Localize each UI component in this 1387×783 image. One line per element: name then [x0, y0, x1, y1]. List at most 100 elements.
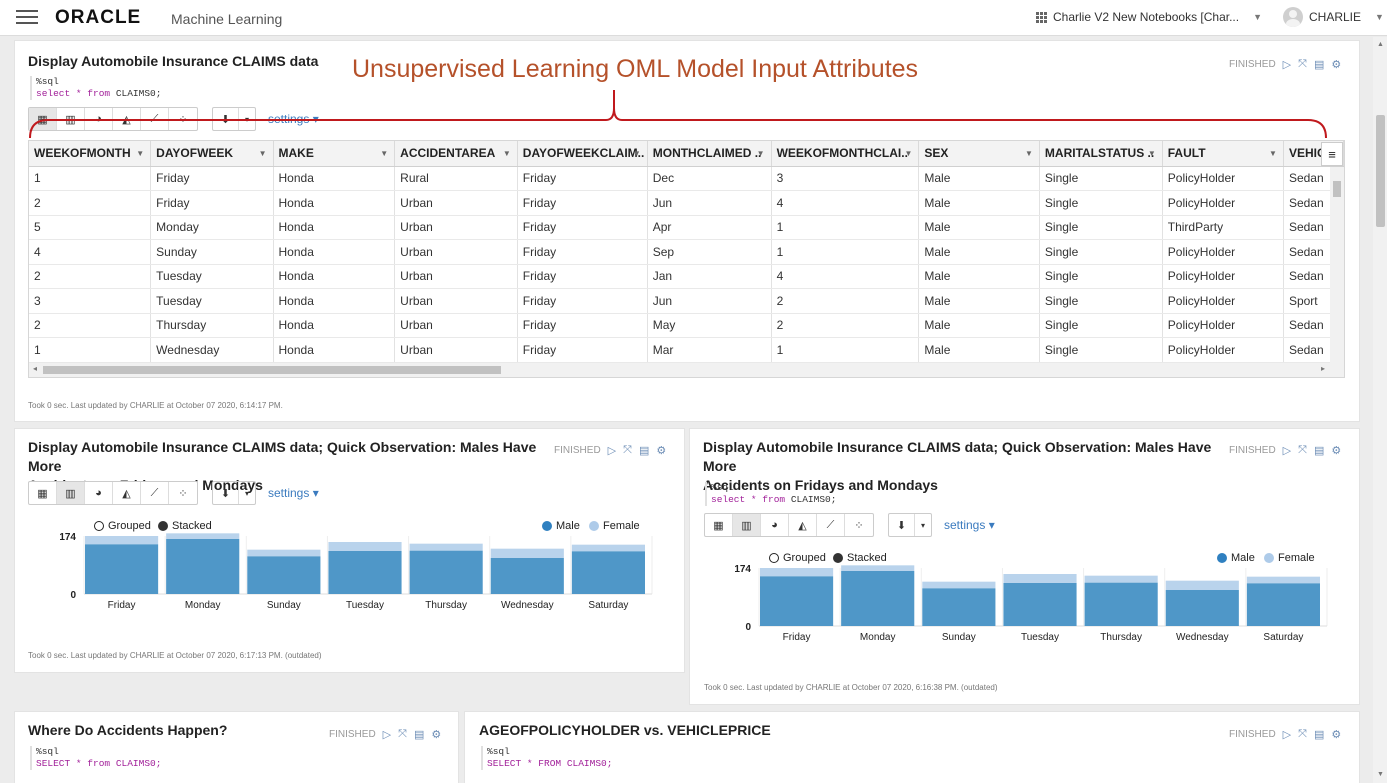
table-cell: Friday	[517, 264, 648, 289]
table-row[interactable]: 1 Friday Honda Rural Friday Dec 3 Male Single Pol…	[29, 166, 1344, 191]
settings-link[interactable]: settings ▾	[268, 486, 319, 500]
column-header[interactable]: WEEKOFMONTHCLAI.. ▼	[771, 141, 920, 167]
chevron-down-icon[interactable]: ▼	[259, 149, 267, 158]
book-icon[interactable]: ▤	[1314, 728, 1324, 741]
table-cell: Sunday	[150, 239, 274, 265]
chevron-down-icon[interactable]: ▼	[757, 149, 765, 158]
download-icon[interactable]: ⬇	[213, 482, 239, 504]
column-header[interactable]: WEEKOFMONTH ▼	[29, 141, 152, 167]
chevron-down-icon[interactable]: ▼	[1269, 149, 1277, 158]
column-header[interactable]: MAKE ▼	[273, 141, 396, 167]
table-cell: Urban	[394, 239, 518, 265]
gear-icon[interactable]: ⚙	[1331, 444, 1341, 457]
code-editor[interactable]: %sql SELECT * from CLAIMS0;	[30, 746, 161, 770]
column-header[interactable]: DAYOFWEEKCLAIM.. ▼	[517, 141, 648, 167]
bar-chart-icon[interactable]: ▥	[57, 482, 85, 504]
run-icon[interactable]: ▷	[1283, 58, 1291, 71]
book-icon[interactable]: ▤	[1314, 444, 1324, 457]
table-row[interactable]: 4 Sunday Honda Urban Friday Sep 1 Male Single Pol…	[29, 239, 1344, 265]
column-header[interactable]: MARITALSTATUS .. ▼	[1039, 141, 1163, 167]
column-header[interactable]: ACCIDENTAREA ▼	[394, 141, 518, 167]
chevron-down-icon[interactable]: ▼	[904, 149, 912, 158]
x-tick-label: Wednesday	[1176, 632, 1229, 643]
gear-icon[interactable]: ⚙	[431, 728, 441, 741]
column-header[interactable]: DAYOFWEEK ▼	[150, 141, 274, 167]
expand-icon[interactable]: ⤧	[1298, 444, 1307, 457]
settings-link[interactable]: settings ▾	[944, 518, 995, 532]
column-menu-icon[interactable]: ≡	[1321, 142, 1343, 166]
table-view-icon[interactable]: ▦	[705, 514, 733, 536]
column-header-label: DAYOFWEEKCLAIM..	[522, 146, 645, 161]
gear-icon[interactable]: ⚙	[656, 444, 666, 457]
table-view-icon[interactable]: ▦	[29, 482, 57, 504]
expand-icon[interactable]: ⤧	[398, 728, 407, 741]
chevron-down-icon[interactable]: ▼	[1025, 149, 1033, 158]
column-header[interactable]: FAULT ▼	[1162, 141, 1284, 167]
line-chart-icon[interactable]: ⟋	[141, 482, 169, 504]
table-row[interactable]: 3 Tuesday Honda Urban Friday Jun 2 Male Single Po…	[29, 288, 1344, 314]
gear-icon[interactable]: ⚙	[1331, 58, 1341, 71]
book-icon[interactable]: ▤	[639, 444, 649, 457]
scatter-chart-icon[interactable]: ⁘	[845, 514, 873, 536]
code-editor[interactable]: %sql SELECT * FROM CLAIMS0;	[481, 746, 612, 770]
chevron-down-icon[interactable]: ▼	[633, 149, 641, 158]
scatter-chart-icon[interactable]: ⁘	[169, 482, 197, 504]
menu-icon[interactable]	[16, 10, 38, 26]
chart-toolbar: ▦ ▥ ◕ ◭ ⟋ ⁘ ⬇ ▾ settings ▾	[704, 513, 995, 537]
chevron-down-icon[interactable]: ▼	[380, 149, 388, 158]
download-icon[interactable]: ⬇	[889, 514, 915, 536]
table-cell: Urban	[394, 190, 518, 216]
area-chart-icon[interactable]: ◭	[789, 514, 817, 536]
table-cell: PolicyHolder	[1162, 264, 1284, 289]
table-cell: 2	[771, 313, 920, 338]
gear-icon[interactable]: ⚙	[1331, 728, 1341, 741]
table-row[interactable]: 5 Monday Honda Urban Friday Apr 1 Male Single Thi…	[29, 215, 1344, 240]
table-cell: Friday	[517, 190, 648, 216]
chevron-down-icon[interactable]: ▾	[239, 482, 255, 504]
table-horizontal-scrollbar[interactable]: ◂ ▸	[29, 363, 1344, 377]
table-cell: Single	[1039, 215, 1163, 240]
table-row[interactable]: 2 Thursday Honda Urban Friday May 2 Male Single P…	[29, 313, 1344, 338]
chevron-down-icon[interactable]: ▾	[915, 514, 931, 536]
chevron-down-icon[interactable]: ▼	[1148, 149, 1156, 158]
area-chart-icon[interactable]: ◭	[113, 482, 141, 504]
line-chart-icon[interactable]: ⟋	[817, 514, 845, 536]
book-icon[interactable]: ▤	[414, 728, 424, 741]
bar-female	[922, 581, 996, 589]
paragraph-status: FINISHED ▷ ⤧ ▤ ⚙	[1229, 444, 1341, 457]
y-tick-label: 174	[59, 532, 76, 543]
run-icon[interactable]: ▷	[608, 444, 616, 457]
book-icon[interactable]: ▤	[1314, 58, 1324, 71]
expand-icon[interactable]: ⤧	[1298, 58, 1307, 71]
user-menu[interactable]: CHARLIE ▼	[1283, 7, 1384, 27]
table-cell: Urban	[394, 313, 518, 338]
download-group: ⬇ ▾	[212, 481, 256, 505]
expand-icon[interactable]: ⤧	[1298, 728, 1307, 741]
column-header-label: WEEKOFMONTH	[34, 146, 131, 161]
table-row[interactable]: 2 Friday Honda Urban Friday Jun 4 Male Single Pol…	[29, 190, 1344, 216]
table-row[interactable]: 1 Wednesday Honda Urban Friday Mar 1 Male Single…	[29, 337, 1344, 363]
table-cell: PolicyHolder	[1162, 313, 1284, 338]
run-icon[interactable]: ▷	[1283, 728, 1291, 741]
table-cell: Apr	[647, 215, 772, 240]
pie-chart-icon[interactable]: ◕	[761, 514, 789, 536]
table-cell: Friday	[517, 166, 648, 191]
chevron-down-icon[interactable]: ▼	[503, 149, 511, 158]
bar-chart-icon[interactable]: ▥	[733, 514, 761, 536]
column-header[interactable]: MONTHCLAIMED .. ▼	[647, 141, 772, 167]
table-cell: Honda	[273, 264, 396, 289]
expand-icon[interactable]: ⤧	[623, 444, 632, 457]
project-selector[interactable]: Charlie V2 New Notebooks [Char... ▼	[1036, 10, 1262, 24]
run-icon[interactable]: ▷	[383, 728, 391, 741]
table-vertical-scrollbar[interactable]	[1330, 167, 1344, 363]
page-scrollbar[interactable]: ▲ ▼	[1373, 37, 1387, 783]
code-editor[interactable]: %sql select * from CLAIMS0;	[705, 482, 836, 506]
bar-female	[328, 542, 402, 551]
table-cell: Honda	[273, 166, 396, 191]
pie-chart-icon[interactable]: ◕	[85, 482, 113, 504]
code-line: %sql	[711, 482, 734, 493]
chevron-down-icon[interactable]: ▼	[136, 149, 144, 158]
run-icon[interactable]: ▷	[1283, 444, 1291, 457]
table-row[interactable]: 2 Tuesday Honda Urban Friday Jan 4 Male Single Po…	[29, 264, 1344, 289]
column-header[interactable]: SEX ▼	[918, 141, 1040, 167]
